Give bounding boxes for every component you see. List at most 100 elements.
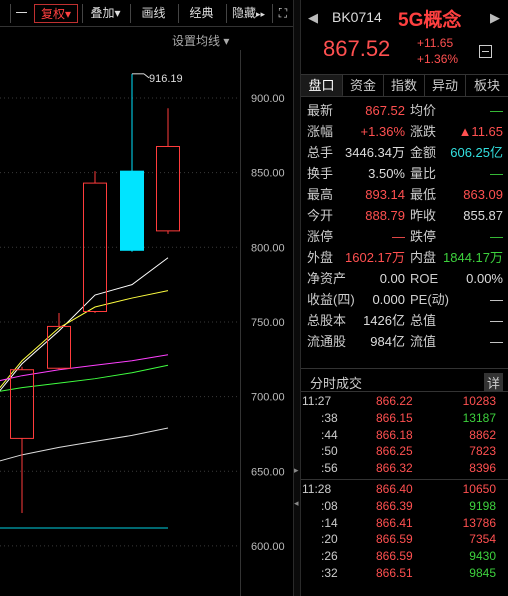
quote-label: 涨停: [307, 229, 334, 244]
tab-pankou[interactable]: 盘口: [301, 75, 343, 96]
price-axis-label: 800.00: [251, 242, 285, 254]
last-price: 867.52: [323, 36, 391, 61]
quote-label: 内盘: [410, 250, 437, 265]
quote-value: 0.00: [379, 271, 405, 286]
tick-row: :14 866.41 13786: [301, 515, 508, 532]
tick-row: 11:27 866.22 10283: [301, 393, 508, 410]
tick-row: :50 866.25 7823: [301, 443, 508, 460]
stock-code: BK0714: [332, 9, 382, 25]
quote-label: 涨跌: [410, 124, 437, 139]
quote-label: 外盘: [307, 250, 334, 265]
change-percent: +1.36%: [417, 52, 459, 66]
quote-value: —: [490, 103, 503, 118]
ticks-title: 分时成交: [310, 376, 363, 391]
tick-volume: 10650: [462, 482, 496, 496]
tick-row: :32 866.51 9845: [301, 565, 508, 582]
quote-value: 893.14: [365, 187, 405, 202]
quote-label: 涨幅: [307, 124, 334, 139]
quote-label: 均价: [410, 103, 437, 118]
quote-label: 最新: [307, 103, 334, 118]
quote-value: +1.36%: [360, 124, 405, 139]
quote-value: —: [490, 229, 503, 244]
candle: [120, 73, 144, 252]
stock-name: 5G概念: [398, 10, 462, 31]
quote-label: 今开: [307, 208, 334, 223]
tick-price: 866.59: [376, 532, 413, 547]
prev-stock-icon[interactable]: ◀: [308, 10, 318, 26]
tick-row: :20 866.59 7354: [301, 531, 508, 548]
tick-time: 11:27: [302, 394, 332, 408]
next-stock-icon[interactable]: ▶: [490, 10, 500, 26]
panel-divider[interactable]: ▸ ◂: [293, 0, 301, 596]
change-value: +11.65: [417, 36, 454, 50]
grid: [0, 50, 241, 596]
quote-value: 606.25亿: [450, 145, 503, 160]
kline-panel[interactable]: 一 复权▾ 叠加▾ 画线 经典 隐藏▸▸ ⛶ 设置均线 ▾ 900.00 850.…: [0, 0, 293, 596]
tick-volume: 7823: [469, 444, 496, 459]
quote-label: 总值: [410, 313, 437, 328]
tab-zijin[interactable]: 资金: [343, 75, 384, 96]
quote-value: 3446.34万: [345, 145, 405, 160]
tick-row: :38 866.15 13187: [301, 410, 508, 427]
tick-volume: 10283: [462, 394, 496, 408]
quote-value: ▲11.65: [458, 124, 503, 139]
price-axis-label: 600.00: [251, 541, 285, 553]
high-marker: 916.19: [132, 73, 183, 85]
quote-label: 跌停: [410, 229, 437, 244]
quote-value: 3.50%: [368, 166, 405, 181]
quote-value: 984亿: [370, 334, 405, 349]
tick-row: :26 866.59 9430: [301, 548, 508, 565]
tick-time: :50: [321, 444, 338, 459]
price-axis-label: 750.00: [251, 317, 285, 329]
candle-body: [120, 170, 144, 251]
price-axis-label: 900.00: [251, 93, 285, 105]
quote-label: 收益(四): [307, 292, 355, 307]
tick-price: 866.40: [376, 482, 413, 496]
collapse-arrow-icon[interactable]: ◂: [294, 498, 300, 508]
candle-body: [10, 369, 34, 439]
tick-price: 866.22: [376, 394, 413, 408]
tick-price: 866.51: [376, 566, 413, 580]
quote-label: 量比: [410, 166, 437, 181]
collapse-arrow-icon[interactable]: ▸: [294, 465, 300, 475]
stock-header: ◀ BK0714 5G概念 ▶ 867.52 +11.65 +1.36%: [301, 0, 508, 74]
quote-label: 最高: [307, 187, 334, 202]
tick-time: :32: [321, 566, 338, 580]
quote-label: 总股本: [307, 313, 347, 328]
ticks-detail-button[interactable]: 详: [484, 373, 504, 392]
candle: [83, 171, 107, 313]
ticks-header: 分时成交 详: [301, 368, 508, 392]
tab-yidong[interactable]: 异动: [425, 75, 466, 96]
quote-label: 流通股: [307, 334, 347, 349]
quote-label: 流值: [410, 334, 437, 349]
tick-price: 866.59: [376, 549, 413, 564]
ma-line-ma5: [0, 427, 169, 462]
quote-value: 855.87: [463, 208, 503, 223]
tab-bankuai[interactable]: 板块: [466, 75, 508, 96]
tick-time: :56: [321, 461, 338, 476]
tick-price: 866.25: [376, 444, 413, 459]
tab-zhishu[interactable]: 指数: [384, 75, 425, 96]
tick-row: 11:28 866.40 10650: [301, 481, 508, 498]
quote-label: 总手: [307, 145, 334, 160]
price-axis-label: 850.00: [251, 168, 285, 180]
quote-value: 0.00%: [466, 271, 503, 286]
tick-volume: 13187: [462, 410, 496, 425]
kline-chart[interactable]: 900.00 850.00 800.00 750.00 700.00 650.00 600.…: [0, 0, 293, 596]
candle: [156, 108, 180, 234]
tick-time: :14: [321, 515, 338, 530]
quote-label: ROE: [410, 271, 439, 286]
tick-volume: 8396: [469, 461, 496, 476]
quote-label: PE(动): [410, 292, 450, 307]
tick-time: :26: [321, 549, 338, 564]
quote-value: 1426亿: [363, 313, 405, 328]
candle-body: [47, 325, 71, 369]
tick-volume: 13786: [462, 515, 496, 530]
price-axis-label: 700.00: [251, 392, 285, 404]
minimize-icon[interactable]: [479, 45, 492, 58]
quote-label: 最低: [410, 187, 437, 202]
tick-volume: 8862: [469, 427, 496, 442]
tick-volume: 9430: [469, 549, 496, 564]
quote-value: —: [490, 334, 503, 349]
price-change: +11.65 +1.36%: [417, 35, 458, 67]
